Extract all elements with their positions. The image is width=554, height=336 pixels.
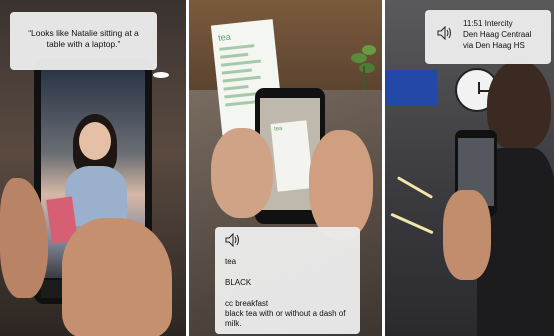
ceiling-light bbox=[390, 212, 434, 235]
caption-line: Den Haag Centraal bbox=[463, 30, 532, 39]
ceiling-light bbox=[396, 176, 434, 199]
caption-line: black tea with or without a dash of milk… bbox=[225, 309, 346, 328]
caption-line: BLACK bbox=[225, 278, 252, 287]
departure-board bbox=[385, 70, 437, 106]
left-hand bbox=[211, 128, 273, 218]
person-face bbox=[79, 122, 111, 160]
right-hand bbox=[309, 130, 373, 240]
menu-card-preview: tea bbox=[270, 120, 314, 192]
caption-bubble-text: tea BLACK cc breakfast black tea with or… bbox=[215, 227, 360, 334]
speaker-icon[interactable] bbox=[437, 26, 453, 40]
speaker-icon[interactable] bbox=[225, 233, 241, 247]
caption-bubble-scene: “Looks like Natalie sitting at a table w… bbox=[10, 12, 157, 70]
scene-caption: “Looks like Natalie sitting at a table w… bbox=[28, 28, 139, 49]
preview-card-title: tea bbox=[273, 125, 283, 133]
menu-card-title: tea bbox=[217, 31, 232, 43]
plant bbox=[351, 45, 376, 90]
caption-line: 11:51 Intercity bbox=[463, 19, 513, 28]
caption-line: cc breakfast bbox=[225, 299, 269, 308]
window-light bbox=[153, 72, 169, 78]
hand bbox=[443, 190, 491, 280]
caption-bubble-train: 11:51 Intercity Den Haag Centraal via De… bbox=[425, 10, 551, 64]
right-hand bbox=[62, 218, 172, 336]
caption-line: tea bbox=[225, 257, 237, 266]
caption-line: via Den Haag HS bbox=[463, 41, 525, 50]
